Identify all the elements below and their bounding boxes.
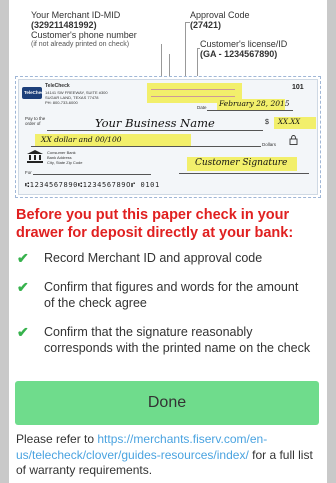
merchant-id-label: Your Merchant ID-MID	[31, 10, 121, 20]
sample-check: TeleCheck TeleCheck 14141 SW FREEWAY, SU…	[15, 76, 321, 198]
checklist-item: ✔ Confirm that figures and words for the…	[17, 279, 299, 310]
customer-phone-note: (if not already printed on check)	[31, 41, 130, 48]
approval-code-value: (27421)	[190, 20, 222, 30]
check-date: February 28, 2015	[219, 99, 290, 108]
telecheck-logo-icon: TeleCheck	[22, 87, 46, 99]
merchant-id-value: (329211481992)	[31, 20, 97, 30]
check-number: 101	[292, 84, 304, 91]
padlock-icon	[289, 135, 298, 145]
checklist-item: ✔ Confirm that the signature reasonably …	[17, 324, 311, 355]
checklist-item: ✔ Record Merchant ID and approval code	[17, 250, 263, 266]
check-mark-icon: ✔	[17, 279, 29, 295]
done-button[interactable]: Done	[15, 381, 319, 425]
customer-license-label: Customer's license/ID	[200, 39, 288, 49]
customer-phone-label: Customer's phone number	[31, 30, 137, 40]
merchant-id-annotation: Your Merchant ID-MID (329211481992) Cust…	[31, 10, 137, 50]
pay-to-label: Pay to the order of	[25, 116, 46, 126]
amount-symbol: $	[265, 119, 269, 126]
dialog-sheet: Your Merchant ID-MID (329211481992) Cust…	[9, 0, 327, 483]
pointer-line	[197, 48, 200, 49]
check-mark-icon: ✔	[17, 250, 29, 266]
warranty-reference: Please refer to https://merchants.fiserv…	[16, 432, 313, 477]
customer-license-value: (GA - 1234567890)	[200, 49, 278, 59]
memo-label: For	[25, 170, 32, 175]
check-issuer: TeleCheck	[45, 83, 70, 89]
customer-license-annotation: Customer's license/ID (GA - 1234567890)	[200, 39, 287, 59]
approval-code-label: Approval Code	[190, 10, 250, 20]
check-amount: XX.XX	[278, 118, 301, 126]
amount-in-words: XX dollar and 00/100	[41, 135, 122, 144]
warning-text: Before you put this paper check in your …	[16, 207, 294, 241]
dollars-label: Dollars	[262, 142, 277, 147]
payee-name: Your Business Name	[95, 116, 215, 130]
date-label: Date	[197, 105, 207, 110]
micr-line: ⑆1234567890⑆123456789O⑈ 0101	[25, 181, 160, 189]
approval-code-annotation: Approval Code (27421)	[190, 10, 250, 30]
customer-signature: Customer Signature	[195, 158, 288, 168]
bank-building-icon	[27, 150, 43, 163]
check-mark-icon: ✔	[17, 324, 29, 340]
pointer-line	[185, 22, 190, 23]
